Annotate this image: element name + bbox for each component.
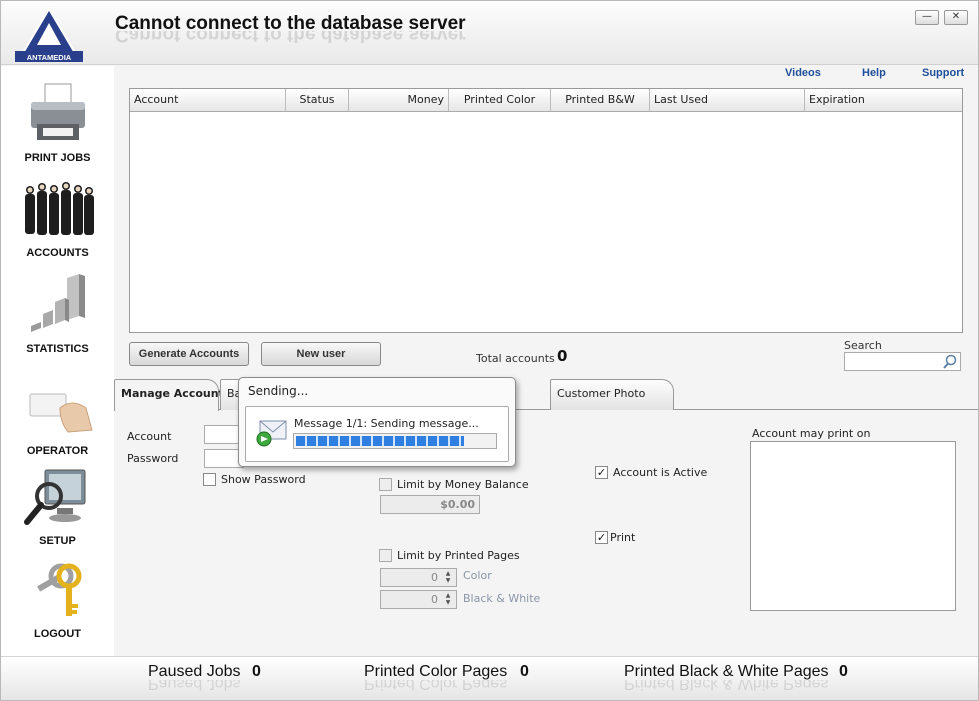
sidebar-item-statistics[interactable]: STATISTICS — [1, 272, 114, 357]
limit-pages-label: Limit by Printed Pages — [397, 549, 520, 562]
search-input[interactable] — [844, 352, 961, 371]
antamedia-logo: ANTAMEDIA — [15, 7, 83, 63]
limit-pages-checkbox[interactable] — [379, 549, 392, 562]
account-active-checkbox[interactable]: ✓ — [595, 466, 608, 479]
print-on-label: Account may print on — [752, 427, 871, 440]
app-window: ANTAMEDIA Cannot connect to the database… — [0, 0, 979, 701]
color-pages-stepper[interactable]: 0 ▲ ▼ — [380, 568, 457, 587]
envelope-send-icon — [256, 420, 287, 447]
stepper-arrows-icon[interactable]: ▲ ▼ — [441, 570, 455, 585]
help-link[interactable]: Help — [862, 67, 886, 79]
sidebar: PRINT JOBS ACCOUNTS STATISTICS OPERATOR … — [1, 66, 114, 656]
sidebar-item-label: PRINT JOBS — [24, 152, 91, 164]
send-progress-fill — [296, 436, 465, 446]
sending-dialog: Sending... Message 1/1: Sending message.… — [238, 377, 516, 467]
printer-list[interactable] — [750, 441, 956, 611]
color-label: Color — [463, 569, 492, 582]
sidebar-item-label: SETUP — [39, 535, 76, 547]
sidebar-item-label: STATISTICS — [26, 343, 89, 355]
search-icon[interactable] — [942, 354, 958, 370]
people-icon — [24, 182, 94, 235]
sidebar-item-label: OPERATOR — [26, 445, 89, 457]
column-account[interactable]: Account — [130, 89, 286, 111]
dialog-title: Sending... — [248, 384, 309, 398]
title-bar: ANTAMEDIA Cannot connect to the database… — [1, 1, 978, 65]
print-label: Print — [610, 531, 636, 544]
card-hand-icon — [29, 393, 93, 433]
sidebar-item-label: LOGOUT — [33, 628, 82, 640]
printed-color-value: 0 — [520, 663, 529, 680]
generate-accounts-button[interactable]: Generate Accounts — [129, 342, 249, 366]
column-printed-color[interactable]: Printed Color — [449, 89, 551, 111]
tab-manage-account[interactable]: Manage Account — [114, 379, 224, 411]
window-title-reflection: Cannot connect to the database server — [115, 31, 466, 45]
sidebar-item-setup[interactable]: SETUP — [1, 468, 114, 548]
account-active-label: Account is Active — [613, 466, 708, 479]
minimize-button[interactable]: — — [915, 10, 939, 25]
sidebar-item-logout[interactable]: LOGOUT — [1, 562, 114, 642]
tab-customer-photo[interactable]: Customer Photo — [550, 379, 674, 410]
bw-label: Black & White — [463, 592, 541, 605]
bar-chart-icon — [30, 274, 85, 332]
bw-pages-value: 0 — [431, 593, 438, 606]
column-money[interactable]: Money — [349, 89, 449, 111]
magnifier-monitor-icon — [23, 469, 85, 525]
accounts-table[interactable]: Account Status Money Printed Color Print… — [129, 88, 963, 333]
new-user-button[interactable]: New user — [261, 342, 381, 366]
sidebar-item-accounts[interactable]: ACCOUNTS — [1, 178, 114, 263]
column-status[interactable]: Status — [286, 89, 349, 111]
account-label: Account — [127, 430, 172, 443]
paused-jobs-label: Paused Jobs — [148, 663, 241, 680]
search-label: Search — [844, 339, 882, 352]
keys-icon — [36, 563, 81, 616]
bw-pages-stepper[interactable]: 0 ▲ ▼ — [380, 590, 457, 609]
logo-text: ANTAMEDIA — [27, 53, 72, 62]
column-expiration[interactable]: Expiration — [805, 89, 962, 111]
stepper-arrows-icon[interactable]: ▲ ▼ — [441, 592, 455, 607]
printed-bw-value: 0 — [839, 663, 848, 680]
sidebar-item-label: ACCOUNTS — [26, 247, 89, 259]
total-accounts-value: 0 — [557, 347, 568, 365]
print-checkbox[interactable]: ✓ — [595, 531, 608, 544]
table-header: Account Status Money Printed Color Print… — [130, 89, 962, 112]
printer-icon — [30, 83, 85, 140]
dialog-message: Message 1/1: Sending message... — [294, 417, 479, 430]
close-button[interactable]: ✕ — [944, 10, 968, 25]
limit-money-label: Limit by Money Balance — [397, 478, 529, 491]
paused-jobs-value: 0 — [252, 663, 261, 680]
footer-reflection: Printed Black & White Pages — [624, 680, 829, 692]
sidebar-item-print-jobs[interactable]: PRINT JOBS — [1, 80, 114, 165]
total-accounts-label: Total accounts — [476, 352, 555, 365]
color-pages-value: 0 — [431, 571, 438, 584]
show-password-checkbox[interactable] — [203, 473, 216, 486]
footer-reflection: Printed Color Pages — [364, 680, 508, 692]
send-progress-bar — [293, 433, 497, 449]
videos-link[interactable]: Videos — [785, 67, 821, 79]
printed-bw-label: Printed Black & White Pages — [624, 663, 829, 680]
support-link[interactable]: Support — [922, 67, 964, 79]
money-balance-field[interactable]: $0.00 — [380, 495, 480, 514]
dialog-body: Message 1/1: Sending message... — [245, 406, 509, 462]
printed-color-label: Printed Color Pages — [364, 663, 508, 680]
footer-reflection: Paused Jobs — [148, 680, 241, 692]
show-password-label: Show Password — [221, 473, 306, 486]
column-printed-bw[interactable]: Printed B&W — [551, 89, 650, 111]
limit-money-checkbox[interactable] — [379, 478, 392, 491]
column-last-used[interactable]: Last Used — [650, 89, 805, 111]
password-label: Password — [127, 452, 179, 465]
sidebar-item-operator[interactable]: OPERATOR — [1, 386, 114, 466]
